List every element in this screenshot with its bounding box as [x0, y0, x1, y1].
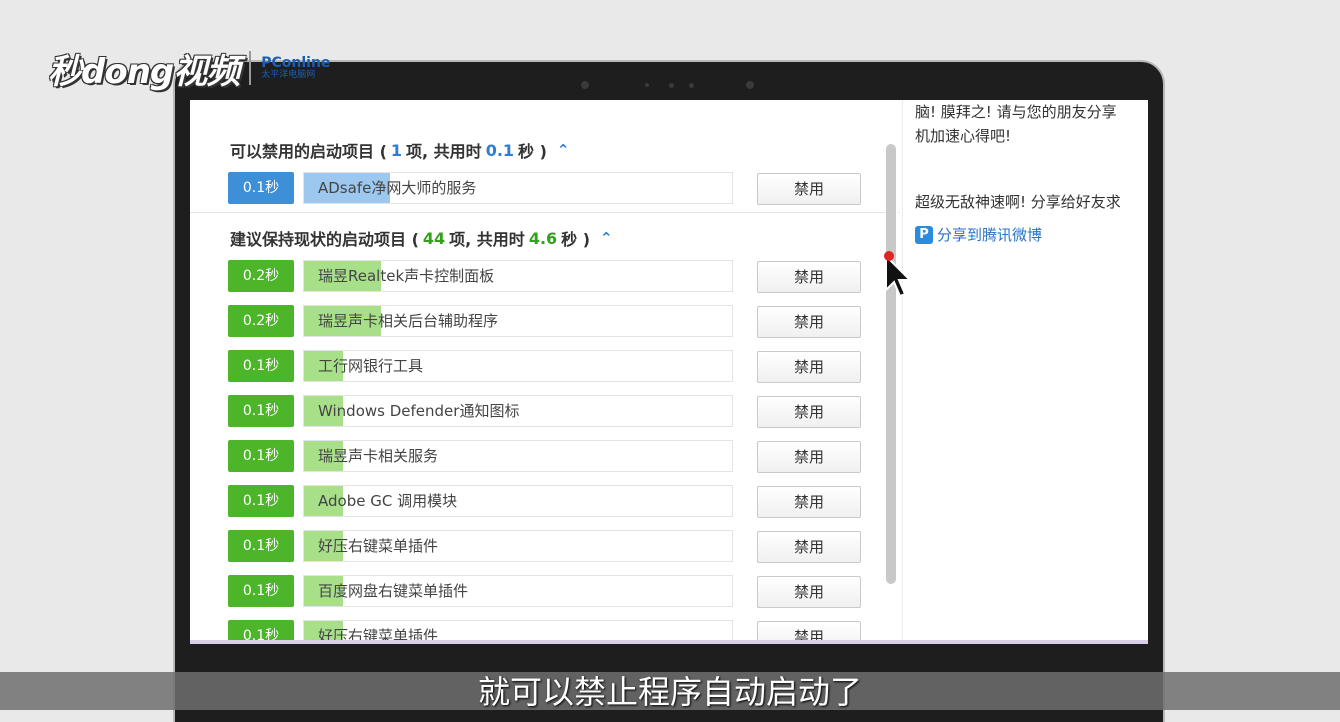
disable-button[interactable]: 禁用 [757, 173, 861, 205]
startup-item-row: 0.1秒 Windows Defender通知图标 禁用 [228, 395, 868, 429]
camera-dot-icon [689, 83, 694, 88]
startup-item-row: 0.1秒 工行网银行工具 禁用 [228, 350, 868, 384]
camera-dot-icon [669, 83, 674, 88]
startup-item-name: 好压右键菜单插件 [318, 537, 439, 555]
startup-item-namebox: 百度网盘右键菜单插件 [303, 575, 733, 607]
startup-item-name: 百度网盘右键菜单插件 [318, 582, 469, 600]
startup-item-row: 0.2秒 瑞昱声卡相关后台辅助程序 禁用 [228, 305, 868, 339]
disable-section-header[interactable]: 可以禁用的启动项目 ( 1 项, 共用时 0.1 秒 ) ⌃ [230, 138, 570, 162]
startup-time-badge: 0.1秒 [228, 172, 294, 204]
partner-logo-name: PConline [261, 54, 331, 71]
section-header-prefix: 可以禁用的启动项目 ( [230, 142, 387, 161]
section-time: 0.1 [485, 140, 515, 160]
startup-time-badge: 0.1秒 [228, 575, 294, 607]
startup-item-name: ADsafe净网大师的服务 [318, 179, 477, 197]
startup-time-badge: 0.1秒 [228, 440, 294, 472]
startup-item-row: 0.1秒 Adobe GC 调用模块 禁用 [228, 485, 868, 519]
bottom-border [190, 640, 1148, 644]
startup-time-badge: 0.1秒 [228, 395, 294, 427]
startup-time-badge: 0.2秒 [228, 260, 294, 292]
share-tencent-weibo-link[interactable]: P 分享到腾讯微博 [915, 224, 1042, 245]
startup-item-row: 0.1秒 好压右键菜单插件 禁用 [228, 530, 868, 564]
watermark-logo: 秒dong视频 PConline 太平洋电脑网 [48, 44, 330, 92]
partner-logo-tagline: 太平洋电脑网 [261, 69, 316, 80]
logo-divider [249, 51, 252, 85]
share-message-line: 超级无敌神速啊! 分享给好友求 [915, 193, 1121, 211]
startup-item-row: 0.2秒 瑞昱Realtek声卡控制面板 禁用 [228, 260, 868, 294]
disable-button[interactable]: 禁用 [757, 576, 861, 608]
startup-item-namebox: 好压右键菜单插件 [303, 530, 733, 562]
video-subtitle: 就可以禁止程序自动启动了 [477, 673, 862, 711]
disable-button[interactable]: 禁用 [757, 531, 861, 563]
startup-item-name: 工行网银行工具 [318, 357, 424, 375]
startup-time-badge: 0.1秒 [228, 350, 294, 382]
chevron-up-icon[interactable]: ⌃ [600, 229, 613, 247]
section-header-mid: 项, 共用时 [406, 142, 482, 161]
section-header-mid: 项, 共用时 [449, 230, 525, 249]
startup-time-badge: 0.1秒 [228, 530, 294, 562]
section-count: 1 [390, 140, 403, 160]
click-indicator-icon [884, 251, 894, 261]
disable-button[interactable]: 禁用 [757, 306, 861, 338]
startup-time-badge: 0.2秒 [228, 305, 294, 337]
startup-item-namebox: ADsafe净网大师的服务 [303, 172, 733, 204]
disable-button[interactable]: 禁用 [757, 486, 861, 518]
camera-dot-icon [581, 81, 589, 89]
keep-section-header[interactable]: 建议保持现状的启动项目 ( 44 项, 共用时 4.6 秒 ) ⌃ [230, 226, 613, 250]
section-header-suffix: 秒 ) [561, 230, 591, 249]
section-header-prefix: 建议保持现状的启动项目 ( [230, 230, 419, 249]
camera-dot-icon [645, 83, 649, 87]
share-panel: 脑! 膜拜之! 请与您的朋友分享 机加速心得吧! 超级无敌神速啊! 分享给好友求… [902, 100, 1148, 644]
startup-item-namebox: Windows Defender通知图标 [303, 395, 733, 427]
disable-button[interactable]: 禁用 [757, 261, 861, 293]
startup-item-namebox: 瑞昱Realtek声卡控制面板 [303, 260, 733, 292]
section-divider [190, 212, 900, 213]
section-header-suffix: 秒 ) [518, 142, 547, 161]
startup-item-namebox: 瑞昱声卡相关服务 [303, 440, 733, 472]
brand-logo-text: 秒dong视频 [48, 51, 240, 92]
disable-button[interactable]: 禁用 [757, 351, 861, 383]
app-screen: 可以禁用的启动项目 ( 1 项, 共用时 0.1 秒 ) ⌃ 0.1秒 ADsaf… [190, 100, 1148, 644]
camera-dot-icon [746, 81, 754, 89]
weibo-icon: P [915, 225, 933, 244]
startup-item-row: 0.1秒 百度网盘右键菜单插件 禁用 [228, 575, 868, 609]
startup-item-namebox: Adobe GC 调用模块 [303, 485, 733, 517]
startup-item-name: Adobe GC 调用模块 [318, 492, 458, 510]
share-message-line: 机加速心得吧! [915, 127, 1012, 145]
disable-button[interactable]: 禁用 [757, 396, 861, 428]
startup-item-row: 0.1秒 瑞昱声卡相关服务 禁用 [228, 440, 868, 474]
scrollbar-thumb[interactable] [886, 144, 896, 584]
chevron-up-icon[interactable]: ⌃ [557, 141, 570, 159]
startup-item-name: 瑞昱Realtek声卡控制面板 [318, 267, 495, 285]
startup-items-panel: 可以禁用的启动项目 ( 1 项, 共用时 0.1 秒 ) ⌃ 0.1秒 ADsaf… [190, 100, 900, 644]
section-count: 44 [422, 228, 446, 248]
startup-item-namebox: 工行网银行工具 [303, 350, 733, 382]
startup-item-namebox: 瑞昱声卡相关后台辅助程序 [303, 305, 733, 337]
section-time: 4.6 [528, 228, 558, 248]
share-message-line: 脑! 膜拜之! 请与您的朋友分享 [915, 103, 1117, 121]
disable-button[interactable]: 禁用 [757, 441, 861, 473]
share-link-label: 分享到腾讯微博 [937, 226, 1043, 244]
startup-item-row: 0.1秒 ADsafe净网大师的服务 禁用 [228, 172, 868, 206]
startup-item-name: 瑞昱声卡相关后台辅助程序 [318, 312, 499, 330]
startup-time-badge: 0.1秒 [228, 485, 294, 517]
partner-logo: PConline 太平洋电脑网 [261, 56, 330, 81]
startup-item-name: Windows Defender通知图标 [318, 402, 520, 420]
startup-item-name: 瑞昱声卡相关服务 [318, 447, 439, 465]
